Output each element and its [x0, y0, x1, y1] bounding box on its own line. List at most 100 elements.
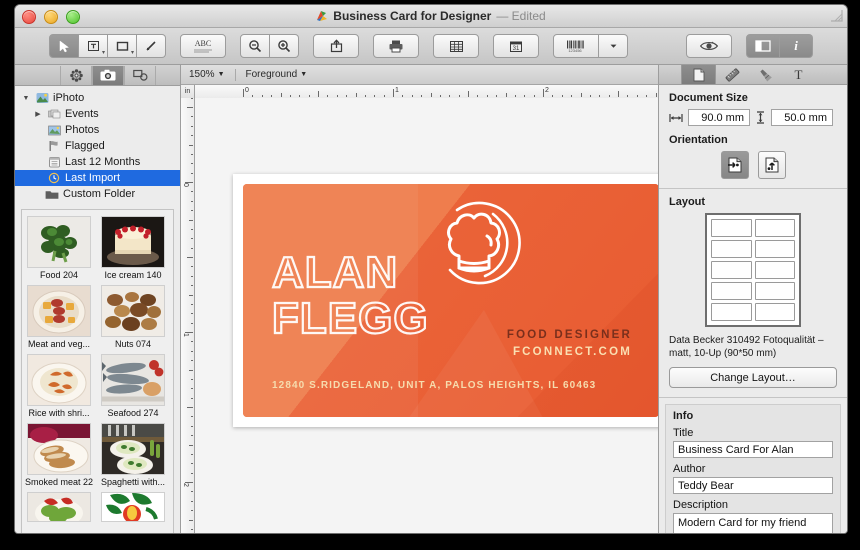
layer-dropdown[interactable]: Foreground ▼ — [246, 69, 308, 80]
photo-item[interactable]: Seafood 274 — [96, 354, 170, 418]
layout-section: Layout Data Becker 310492 Fotoqualität –… — [659, 189, 847, 398]
photo-item[interactable]: Rice with shri... — [22, 354, 96, 418]
photo-thumbnail[interactable] — [101, 423, 165, 475]
ruler-tick — [458, 94, 460, 97]
left-sidebar: ▼ iPhoto ▶ Events Photos Flagged Last 12… — [15, 65, 181, 533]
tree-item-photos[interactable]: Photos — [15, 122, 180, 138]
twisty-open-icon[interactable]: ▼ — [21, 95, 31, 102]
ruler-tick — [189, 369, 193, 371]
zoom-level-label: 150% — [189, 69, 215, 80]
photo-item[interactable]: Ice cream 140 — [96, 216, 170, 280]
ruler-label: 2 — [182, 483, 189, 487]
document-tab[interactable] — [681, 65, 716, 84]
text-tab[interactable]: T — [782, 65, 815, 84]
barcode-options-button[interactable] — [599, 34, 628, 58]
select-tool-button[interactable] — [49, 34, 79, 58]
info-button[interactable]: i — [780, 34, 813, 58]
ruler-label: 2 — [545, 87, 549, 94]
photo-thumbnail[interactable] — [101, 285, 165, 337]
photo-item[interactable]: Food 204 — [22, 216, 96, 280]
business-card-page[interactable]: ALAN FLEGG FOOD DESIGNER FCONNECT.COM 12… — [233, 174, 658, 427]
insert-calendar-button[interactable]: 31 — [493, 34, 539, 58]
photo-item[interactable]: Nuts 074 — [96, 285, 170, 349]
photo-item[interactable]: Spaghetti with... — [96, 423, 170, 487]
tree-item-iphoto[interactable]: ▼ iPhoto — [15, 90, 180, 106]
share-button[interactable] — [313, 34, 359, 58]
divider — [234, 68, 236, 81]
chef-hat-icon[interactable] — [429, 198, 521, 302]
sidebar-panel-button[interactable] — [746, 34, 780, 58]
brush-tab[interactable] — [749, 65, 782, 84]
ruler-tick — [627, 94, 629, 97]
card-name-line2: FLEGG — [271, 293, 429, 343]
resize-grip-icon[interactable] — [830, 9, 843, 22]
description-field[interactable]: Modern Card for my friend — [673, 513, 833, 533]
insert-barcode-button[interactable]: 123456 — [553, 34, 599, 58]
tree-item-custom-folder[interactable]: Custom Folder — [15, 186, 180, 202]
photo-item[interactable] — [96, 492, 170, 524]
settings-tab[interactable] — [60, 65, 92, 85]
card-name[interactable]: ALAN FLEGG — [271, 249, 429, 343]
print-button[interactable] — [373, 34, 419, 58]
measure-tab[interactable] — [716, 65, 749, 84]
ruler-tick — [190, 416, 193, 418]
photo-thumbnail[interactable] — [27, 216, 91, 268]
title-field[interactable]: Business Card For Alan — [673, 441, 833, 458]
tree-item-flagged[interactable]: Flagged — [15, 138, 180, 154]
barcode-group: 123456 — [553, 34, 628, 58]
photo-thumbnail[interactable] — [27, 354, 91, 406]
calendar-group: 31 — [493, 34, 539, 58]
insert-table-button[interactable] — [433, 34, 479, 58]
clock-icon — [47, 172, 61, 185]
photo-thumbnail[interactable] — [101, 216, 165, 268]
tree-item-events[interactable]: ▶ Events — [15, 106, 180, 122]
zoom-group — [240, 34, 299, 58]
document-canvas[interactable]: ALAN FLEGG FOOD DESIGNER FCONNECT.COM 12… — [195, 98, 658, 533]
photo-browser[interactable]: Food 204 Ice cream 140 Meat and veg... N… — [21, 209, 174, 533]
horizontal-ruler[interactable]: 0123 — [195, 85, 658, 99]
photo-item[interactable]: Smoked meat 22 — [22, 423, 96, 487]
inspector-panel: T Document Size 90.0 mm 50.0 mm Orientat… — [659, 65, 847, 533]
card-address[interactable]: 12840 S.RIDGELAND, UNIT A, PALOS HEIGHTS… — [272, 380, 596, 391]
photos-tab[interactable] — [92, 65, 124, 85]
portrait-orientation-button[interactable] — [757, 151, 786, 179]
ruler-tick — [374, 94, 376, 97]
layout-preview[interactable] — [705, 213, 801, 327]
photo-thumbnail[interactable] — [27, 285, 91, 337]
zoom-out-button[interactable] — [240, 34, 270, 58]
photo-thumbnail[interactable] — [101, 492, 165, 522]
ruler-tick — [190, 313, 193, 315]
zoom-level-dropdown[interactable]: 150% ▼ — [189, 69, 225, 80]
business-card[interactable]: ALAN FLEGG FOOD DESIGNER FCONNECT.COM 12… — [243, 184, 658, 417]
maximize-button[interactable] — [66, 10, 80, 24]
photo-item[interactable]: Meat and veg... — [22, 285, 96, 349]
vertical-ruler[interactable]: 0 1 2 — [181, 98, 195, 533]
shape-tool-caret-icon[interactable]: ▾ — [131, 49, 134, 56]
photo-thumbnail[interactable] — [27, 492, 91, 522]
ruler-tick — [289, 94, 291, 97]
document-height-field[interactable]: 50.0 mm — [771, 109, 833, 126]
document-width-field[interactable]: 90.0 mm — [688, 109, 750, 126]
change-layout-button[interactable]: Change Layout… — [669, 367, 837, 388]
minimize-button[interactable] — [44, 10, 58, 24]
line-tool-button[interactable] — [137, 34, 166, 58]
shapes-tab[interactable] — [124, 65, 156, 85]
landscape-orientation-button[interactable] — [720, 151, 749, 179]
tree-item-last-12-months[interactable]: Last 12 Months — [15, 154, 180, 170]
author-field[interactable]: Teddy Bear — [673, 477, 833, 494]
tree-item-last-import[interactable]: Last Import — [15, 170, 180, 186]
ruler-tick — [439, 94, 441, 97]
text-tool-caret-icon[interactable]: ▾ — [102, 49, 105, 56]
text-tool-button[interactable]: ▾ — [79, 34, 108, 58]
zoom-in-button[interactable] — [270, 34, 299, 58]
preview-button[interactable] — [686, 34, 732, 58]
close-button[interactable] — [22, 10, 36, 24]
photo-item[interactable] — [22, 492, 96, 524]
twisty-closed-icon[interactable]: ▶ — [33, 110, 43, 118]
photo-thumbnail[interactable] — [101, 354, 165, 406]
photo-thumbnail[interactable] — [27, 423, 91, 475]
ruler-unit-label[interactable]: in — [181, 85, 195, 99]
card-role-block[interactable]: FOOD DESIGNER FCONNECT.COM — [507, 327, 632, 360]
spell-check-button[interactable]: ABC — [180, 34, 226, 58]
shape-tool-button[interactable]: ▾ — [108, 34, 137, 58]
